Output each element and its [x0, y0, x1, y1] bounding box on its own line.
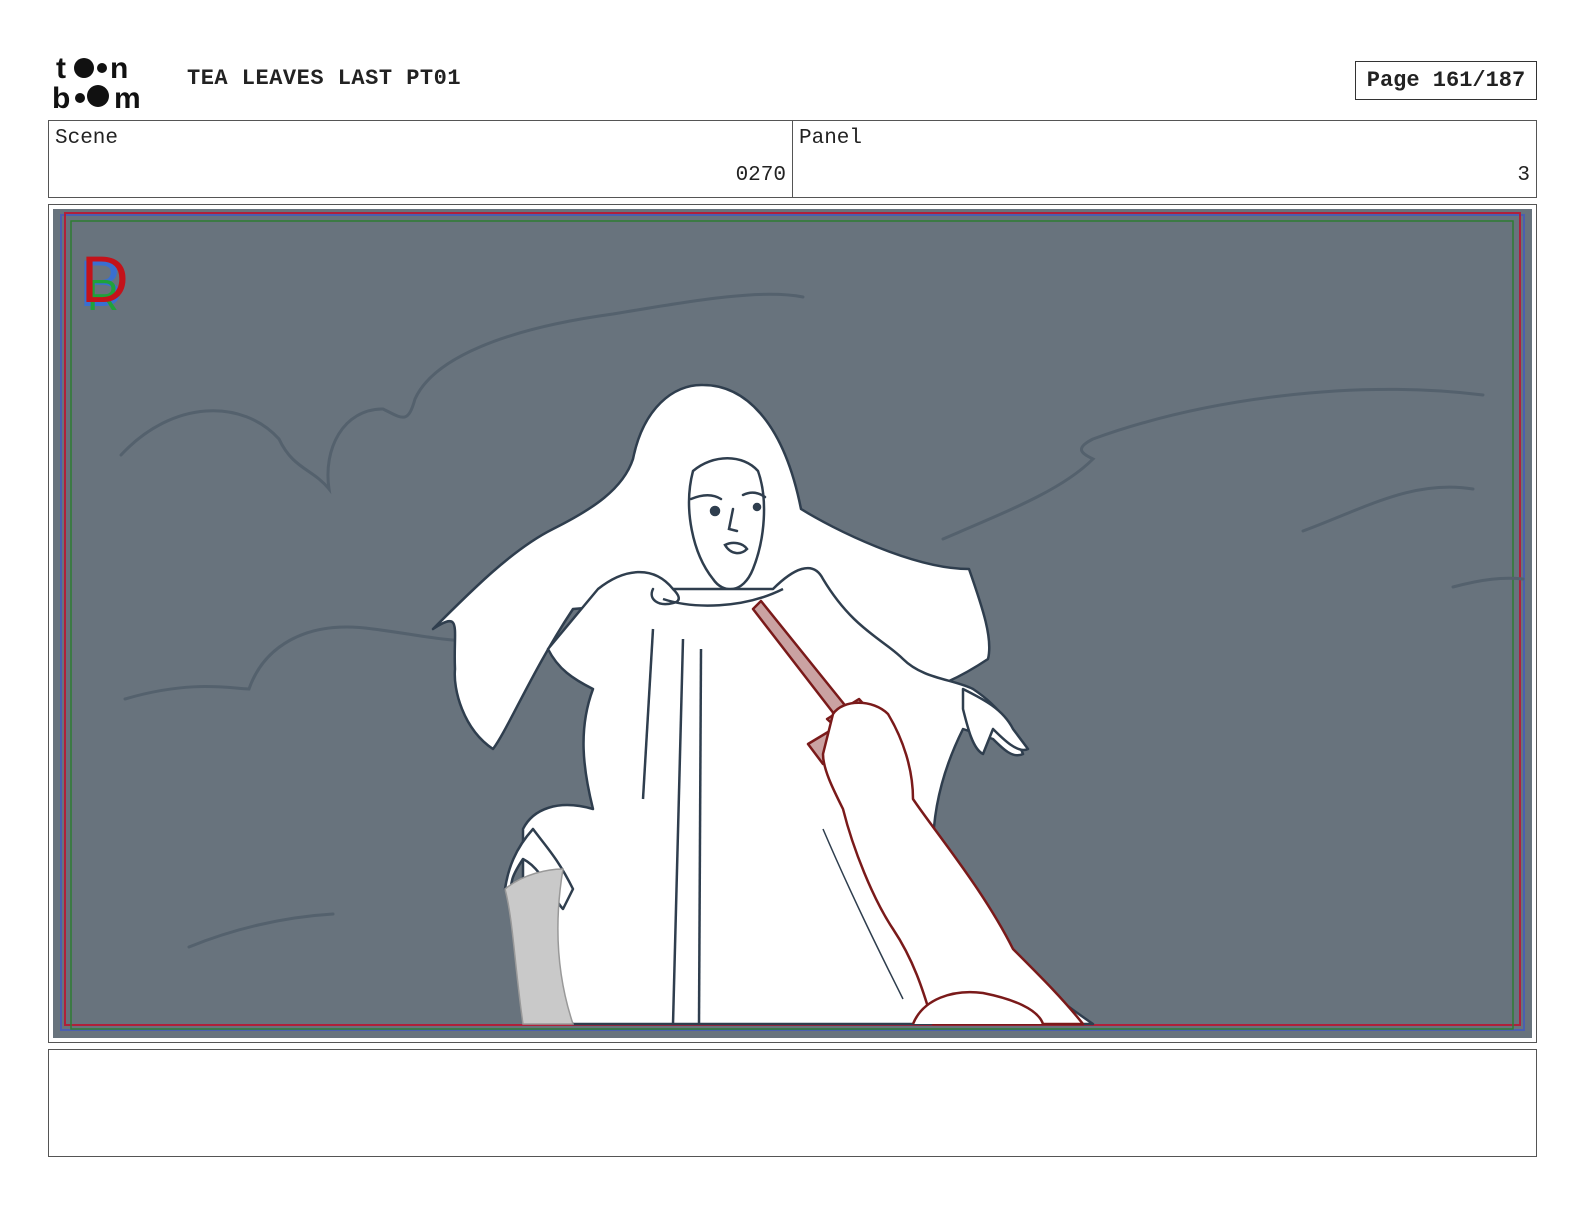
svg-text:t: t: [56, 52, 66, 85]
svg-text:n: n: [110, 52, 128, 85]
page-indicator: Page 161/187: [1355, 61, 1537, 100]
panel-number: 3: [1517, 164, 1530, 187]
scene-number: 0270: [735, 164, 786, 187]
toon-boom-logo: t n b m: [52, 52, 141, 112]
document-title: TEA LEAVES LAST PT01: [187, 66, 462, 91]
storyboard-panel: B R D: [48, 204, 1537, 1043]
scene-cell: Scene 0270: [49, 121, 792, 197]
panel-label: Panel: [799, 127, 863, 150]
svg-text:m: m: [114, 82, 141, 112]
caption-box: [48, 1049, 1537, 1157]
corner-markers: B R D: [79, 242, 129, 320]
svg-text:D: D: [81, 242, 129, 316]
svg-text:b: b: [52, 82, 70, 112]
scene-label: Scene: [55, 127, 119, 150]
panel-drawing: B R D: [53, 209, 1532, 1038]
scene-panel-info: Scene 0270 Panel 3: [48, 120, 1537, 198]
panel-cell: Panel 3: [792, 121, 1536, 197]
